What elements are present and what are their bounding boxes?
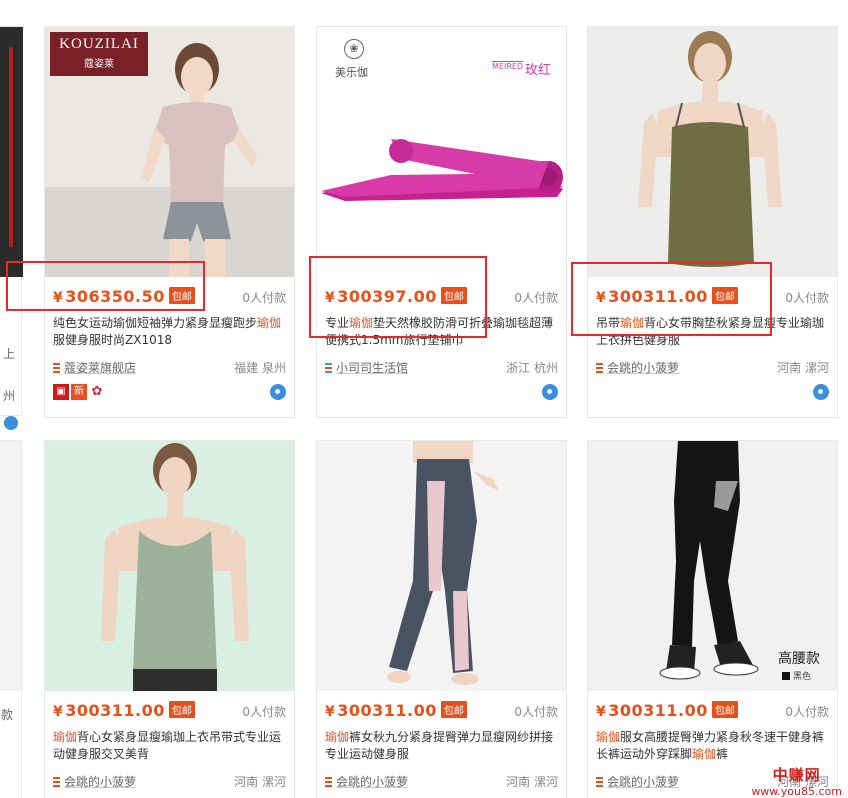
partial-card-text: 上 (3, 347, 16, 361)
product-image[interactable]: ❀ 美乐伽 MEIRED 玫红 (317, 27, 566, 277)
chat-icon[interactable] (813, 384, 829, 400)
tmall-icon: ▣ (53, 384, 69, 400)
shop-row: 蔻姿莱旗舰店 福建 泉州 (53, 359, 286, 375)
shop-link[interactable]: 小司司生活馆 (336, 361, 408, 375)
location: 河南 漯河 (506, 775, 558, 789)
partial-card-bottom-left: 款 (0, 440, 23, 798)
shop-link[interactable]: 会跳的小菠萝 (607, 361, 679, 375)
brand-logo: KOUZILAI 蔻姿莱 (50, 32, 148, 76)
brand-logo-icon: ❀ (344, 39, 364, 59)
badges: ▣ 新 ✿ (53, 384, 107, 400)
location: 浙江 杭州 (506, 361, 558, 375)
shop-icon (53, 363, 60, 373)
style-tag: 高腰款 (778, 651, 820, 667)
watermark: 中赚网 www.you85.com (751, 766, 842, 798)
product-card[interactable]: KOUZILAI 蔻姿莱 ¥306350.50 包邮 0人付款 纯色女运动瑜伽短袖… (44, 26, 295, 418)
product-card[interactable]: 高腰款 黑色 ¥300311.00 包邮 0人付款 瑜伽服女高腰提臀弹力紧身秋冬速… (587, 440, 838, 798)
chat-icon[interactable] (4, 416, 18, 430)
chat-icon[interactable] (542, 384, 558, 400)
shop-row: 小司司生活馆 浙江 杭州 (325, 359, 558, 375)
shop-icon (325, 777, 332, 787)
shop-row: 会跳的小菠萝 河南 漯河 (325, 773, 558, 789)
price-highlight-box (6, 261, 205, 311)
product-title[interactable]: 瑜伽背心女紧身显瘦瑜珈上衣吊带式专业运动健身服交叉美背 (53, 729, 286, 763)
chat-icon[interactable] (270, 384, 286, 400)
color-brand: MEIRED (492, 61, 524, 71)
flower-icon: ✿ (91, 384, 103, 399)
shop-icon (325, 363, 332, 373)
location: 河南 漯河 (777, 361, 829, 375)
paid-count: 0人付款 (242, 705, 286, 719)
color-name: 玫红 (525, 63, 552, 78)
product-title[interactable]: 瑜伽服女高腰提臀弹力紧身秋冬速干健身裤长裤运动外穿踩脚瑜伽裤 (596, 729, 829, 763)
shop-icon (596, 777, 603, 787)
shop-link[interactable]: 会跳的小菠萝 (64, 775, 136, 789)
partial-card-image (0, 441, 23, 691)
paid-count: 0人付款 (785, 291, 829, 305)
product-image[interactable]: KOUZILAI 蔻姿莱 (45, 27, 294, 277)
product-card[interactable]: ❀ 美乐伽 MEIRED 玫红 ¥300397.00 包邮 0人付款 专业瑜伽垫天… (316, 26, 567, 418)
price: ¥300311.00 包邮 (53, 701, 195, 720)
partial-paid-text: 款 (1, 708, 14, 722)
product-image[interactable] (317, 441, 566, 691)
partial-card-location: 州 (3, 389, 16, 403)
product-title[interactable]: 纯色女运动瑜伽短袖弹力紧身显瘦跑步瑜伽服健身服时尚ZX1018 (53, 315, 286, 349)
color-tag: 黑色 (782, 669, 811, 682)
free-shipping-badge: 包邮 (440, 701, 467, 718)
paid-count: 0人付款 (242, 291, 286, 305)
product-image[interactable] (45, 441, 294, 691)
shop-icon (596, 363, 603, 373)
paid-count: 0人付款 (785, 705, 829, 719)
product-image[interactable] (588, 27, 837, 277)
paid-count: 0人付款 (514, 705, 558, 719)
shop-row: 会跳的小菠萝 河南 漯河 (53, 773, 286, 789)
shop-link[interactable]: 蔻姿莱旗舰店 (64, 361, 136, 375)
shop-link[interactable]: 会跳的小菠萝 (607, 775, 679, 789)
price-row: ¥300311.00 包邮 0人付款 (325, 699, 558, 725)
product-card[interactable]: ¥300311.00 包邮 0人付款 瑜伽裤女秋九分紧身提臀弹力显瘦网纱拼接专业运… (316, 440, 567, 798)
brand-name: 美乐伽 (335, 66, 368, 79)
price: ¥300311.00 包邮 (596, 701, 738, 720)
price-highlight-box (309, 256, 487, 338)
price-row: ¥300311.00 包邮 0人付款 (596, 699, 829, 725)
price-row: ¥300311.00 包邮 0人付款 (53, 699, 286, 725)
price-highlight-box (571, 262, 772, 336)
product-title[interactable]: 瑜伽裤女秋九分紧身提臀弹力显瘦网纱拼接专业运动健身服 (325, 729, 558, 763)
location: 福建 泉州 (234, 361, 286, 375)
product-card[interactable]: ¥300311.00 包邮 0人付款 瑜伽背心女紧身显瘦瑜珈上衣吊带式专业运动健身… (44, 440, 295, 798)
price: ¥300311.00 包邮 (325, 701, 467, 720)
paid-count: 0人付款 (514, 291, 558, 305)
free-shipping-badge: 包邮 (711, 701, 738, 718)
location: 河南 漯河 (234, 775, 286, 789)
shop-row: 会跳的小菠萝 河南 漯河 (596, 359, 829, 375)
new-badge: 新 (71, 384, 87, 400)
shop-icon (53, 777, 60, 787)
product-image[interactable]: 高腰款 黑色 (588, 441, 837, 691)
partial-card-image (0, 27, 23, 277)
partial-card-top-left: 上 州 (0, 26, 23, 430)
product-card[interactable]: ¥300311.00 包邮 0人付款 吊带瑜伽背心女带胸垫秋紧身显瘦专业瑜珈上衣拼… (587, 26, 838, 418)
shop-link[interactable]: 会跳的小菠萝 (336, 775, 408, 789)
free-shipping-badge: 包邮 (168, 701, 195, 718)
